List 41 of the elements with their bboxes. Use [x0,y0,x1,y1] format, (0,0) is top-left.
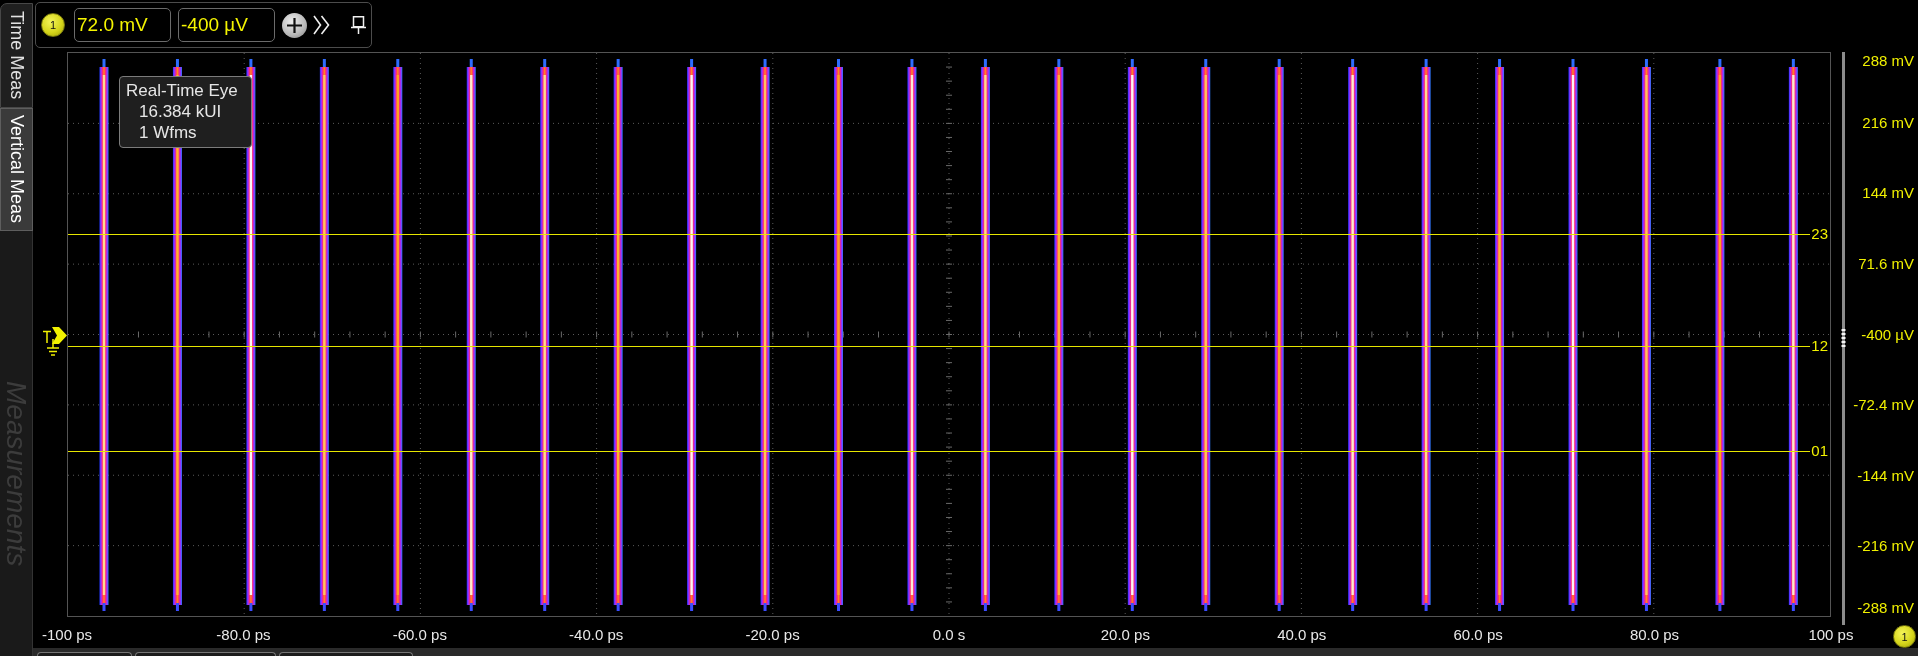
voltage-axis-label: -288 mV [1857,599,1914,617]
time-axis-label: 20.0 ps [1100,626,1150,645]
time-axis-label: -20.0 ps [745,626,800,645]
channel-button[interactable]: 1 [41,13,65,37]
pin-icon[interactable] [351,16,366,34]
tab[interactable] [37,652,132,656]
sidebar-tab[interactable]: Vertical Meas [0,108,33,231]
time-axis-label: 0.0 s [932,626,966,645]
time-axis-label: -40.0 ps [569,626,624,645]
voltage-axis-label: -400 µV [1861,325,1914,344]
voltage-axis-label: 71.6 mV [1858,254,1914,273]
value-field[interactable]: -400 µV [178,8,275,42]
tab[interactable] [135,652,276,656]
sidebar-tab[interactable]: Time Meas [0,3,33,108]
reference-level-label: 01 [1810,442,1829,460]
voltage-axis-label: 288 mV [1862,52,1914,70]
reference-level-label: 12 [1810,337,1829,355]
time-axis-label: -60.0 ps [392,626,447,645]
time-axis-label: -80.0 ps [216,626,271,645]
readout-value: 1 Wfms [138,122,198,143]
grip-icon[interactable] [1841,328,1846,348]
plus-icon [287,17,302,33]
value-field[interactable]: 72.0 mV [74,8,171,42]
time-axis-label: 40.0 ps [1277,626,1327,645]
add-button[interactable] [282,12,307,38]
voltage-axis-label: -144 mV [1857,466,1914,485]
time-axis-label: -100 ps [42,626,93,645]
voltage-axis-label: 216 mV [1862,113,1914,132]
tab[interactable] [279,652,413,656]
time-axis-label: 60.0 ps [1453,626,1503,645]
double-chevron-icon[interactable] [313,15,330,35]
channel-marker-icon [43,326,67,357]
time-axis-label: 80.0 ps [1629,626,1680,645]
voltage-axis-label: -72.4 mV [1853,396,1914,415]
readout-title: Real-Time Eye [126,80,238,101]
readout-value: 16.384 kUI [138,101,223,122]
voltage-axis-label: 144 mV [1862,184,1914,203]
channel-button[interactable]: 1 [1893,625,1916,648]
voltage-axis-label: -216 mV [1857,537,1914,556]
reference-level-label: 23 [1810,225,1829,243]
time-axis-label: 100 ps [1808,626,1854,645]
